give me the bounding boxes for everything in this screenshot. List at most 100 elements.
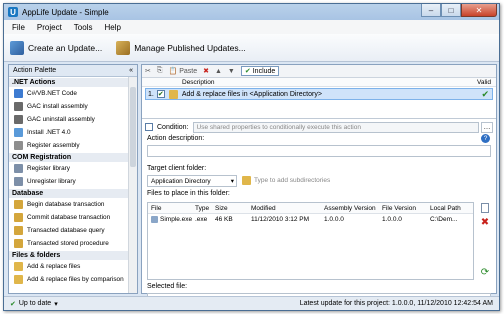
action-enabled-checkbox[interactable]: ✔ <box>156 90 165 98</box>
palette-item[interactable]: Register library <box>9 162 128 175</box>
col-description: Description <box>182 78 215 86</box>
file-type: .exe <box>195 216 208 223</box>
menu-help[interactable]: Help <box>104 23 120 32</box>
checkmark-icon: ✔ <box>10 300 16 308</box>
col-size: Size <box>215 204 228 212</box>
palette-header: Action Palette « <box>9 65 137 77</box>
palette-category[interactable]: Files & folders <box>9 250 128 260</box>
subdirectory-input[interactable]: Type to add subdirectories <box>254 177 330 184</box>
palette-item-label: Install .NET 4.0 <box>27 129 71 136</box>
palette-category[interactable]: Database <box>9 188 128 198</box>
include-toggle[interactable]: ✔ Include <box>240 66 280 76</box>
menu-tools[interactable]: Tools <box>74 23 93 32</box>
file-assembly-version: 1.0.0.0 <box>324 216 344 223</box>
palette-item[interactable]: C#/VB.NET Code <box>9 87 128 100</box>
manage-updates-icon <box>116 40 131 55</box>
collapse-palette-button[interactable]: « <box>129 67 133 74</box>
files-label: Files to place in this folder: <box>147 190 230 197</box>
checkmark-icon: ✔ <box>244 68 251 75</box>
latest-update-info: Latest update for this project: 1.0.0.0,… <box>299 300 493 307</box>
action-list-header: Description Valid <box>142 78 496 87</box>
create-update-icon <box>10 40 24 55</box>
action-description-input[interactable] <box>147 145 491 157</box>
paste-button[interactable]: 📋 Paste <box>168 67 198 76</box>
target-folder-select[interactable]: Application Directory ▾ <box>147 175 237 187</box>
col-file-version: File Version <box>382 204 416 212</box>
action-editor: ✂ ⎘ 📋 Paste ✖ ▲ ▼ ✔ Include Description Va… <box>141 64 497 305</box>
palette-item-label: GAC install assembly <box>27 103 88 110</box>
palette-item[interactable]: Commit database transaction <box>9 211 128 224</box>
status-bar: ✔ Up to date ▾ Latest update for this pr… <box>4 296 499 310</box>
valid-check-icon: ✔ <box>481 88 489 99</box>
palette-category[interactable]: .NET Actions <box>9 77 128 87</box>
title-bar: U AppLife Update - Simple – □ ✕ <box>4 4 499 20</box>
menu-file[interactable]: File <box>12 23 25 32</box>
scrollbar-thumb[interactable] <box>130 87 136 167</box>
action-number: 1. <box>148 90 154 98</box>
action-icon <box>14 128 23 137</box>
move-down-button[interactable]: ▼ <box>228 68 235 75</box>
palette-item-label: Commit database transaction <box>27 214 111 221</box>
update-status[interactable]: ✔ Up to date ▾ <box>10 300 58 308</box>
palette-item[interactable]: Install .NET 4.0 <box>9 126 128 139</box>
col-valid: Valid <box>477 78 491 86</box>
palette-category[interactable]: COM Registration <box>9 152 128 162</box>
palette-item[interactable]: GAC uninstall assembly <box>9 113 128 126</box>
palette-item[interactable]: Begin database transaction <box>9 198 128 211</box>
cut-icon: ✂ <box>145 68 151 75</box>
minimize-button[interactable]: – <box>421 4 441 17</box>
main-toolbar: Create an Update... Manage Published Upd… <box>4 34 499 62</box>
palette-item-label: Add & replace files by comparison <box>27 276 124 283</box>
manage-updates-button[interactable]: Manage Published Updates... <box>116 40 246 55</box>
paste-label: Paste <box>179 67 198 75</box>
palette-item-label: Unregister library <box>27 178 76 185</box>
condition-more-button[interactable]: … <box>481 121 493 133</box>
refresh-icon: ⟳ <box>480 266 490 278</box>
file-size: 46 KB <box>215 216 233 223</box>
maximize-button[interactable]: □ <box>441 4 461 17</box>
condition-field[interactable]: Use shared properties to conditionally e… <box>192 121 479 133</box>
action-icon <box>14 239 23 248</box>
palette-item-label: Transacted stored procedure <box>27 240 109 247</box>
help-icon[interactable]: ? <box>481 134 490 143</box>
target-folder-value: Application Directory <box>151 177 211 185</box>
action-icon <box>14 177 23 186</box>
palette-item[interactable]: GAC install assembly <box>9 100 128 113</box>
cut-button[interactable]: ✂ <box>145 67 151 75</box>
menu-project[interactable]: Project <box>37 23 62 32</box>
palette-item[interactable]: Transacted stored procedure <box>9 237 128 250</box>
files-grid-header: File Type Size Modified Assembly Version… <box>148 203 473 214</box>
palette-item[interactable]: Transacted database query <box>9 224 128 237</box>
remove-file-button[interactable]: ✖ <box>479 216 491 228</box>
palette-item[interactable]: Register assembly <box>9 139 128 152</box>
create-update-button[interactable]: Create an Update... <box>10 40 102 55</box>
action-icon <box>14 102 23 111</box>
condition-checkbox[interactable] <box>145 123 153 131</box>
include-label: Include <box>252 67 276 75</box>
palette-scrollbar[interactable] <box>128 77 137 293</box>
action-icon <box>14 275 23 284</box>
arrow-up-icon: ▲ <box>214 67 222 75</box>
copy-button[interactable]: ⎘ <box>157 67 163 75</box>
target-folder-label: Target client folder: <box>147 165 207 172</box>
condition-label: Condition: <box>157 123 189 131</box>
close-button[interactable]: ✕ <box>461 4 497 17</box>
move-up-button[interactable]: ▲ <box>215 68 222 75</box>
palette-item[interactable]: Add & replace files by comparison <box>9 273 128 286</box>
action-list: Description Valid 1. ✔ Add & replace fil… <box>142 78 496 118</box>
file-row[interactable]: Simple.exe .exe 46 KB 11/12/2010 3:12 PM… <box>148 214 473 225</box>
palette-title: Action Palette <box>13 67 57 74</box>
palette-item[interactable]: Unregister library <box>9 175 128 188</box>
palette-item-label: GAC uninstall assembly <box>27 116 95 123</box>
delete-action-button[interactable]: ✖ <box>203 67 209 75</box>
palette-item-label: Begin database transaction <box>27 201 105 208</box>
col-modified: Modified <box>251 204 276 212</box>
refresh-files-button[interactable]: ⟳ <box>479 266 491 278</box>
app-icon: U <box>8 7 18 17</box>
palette-item[interactable]: Add & replace files <box>9 260 128 273</box>
action-row[interactable]: 1. ✔ Add & replace files in <Application… <box>145 88 493 100</box>
manage-updates-label: Manage Published Updates... <box>134 42 246 53</box>
palette-item-label: Add & replace files <box>27 263 81 270</box>
palette-list: .NET Actions C#/VB.NET Code GAC install as… <box>9 77 128 293</box>
add-file-button[interactable] <box>479 202 491 214</box>
